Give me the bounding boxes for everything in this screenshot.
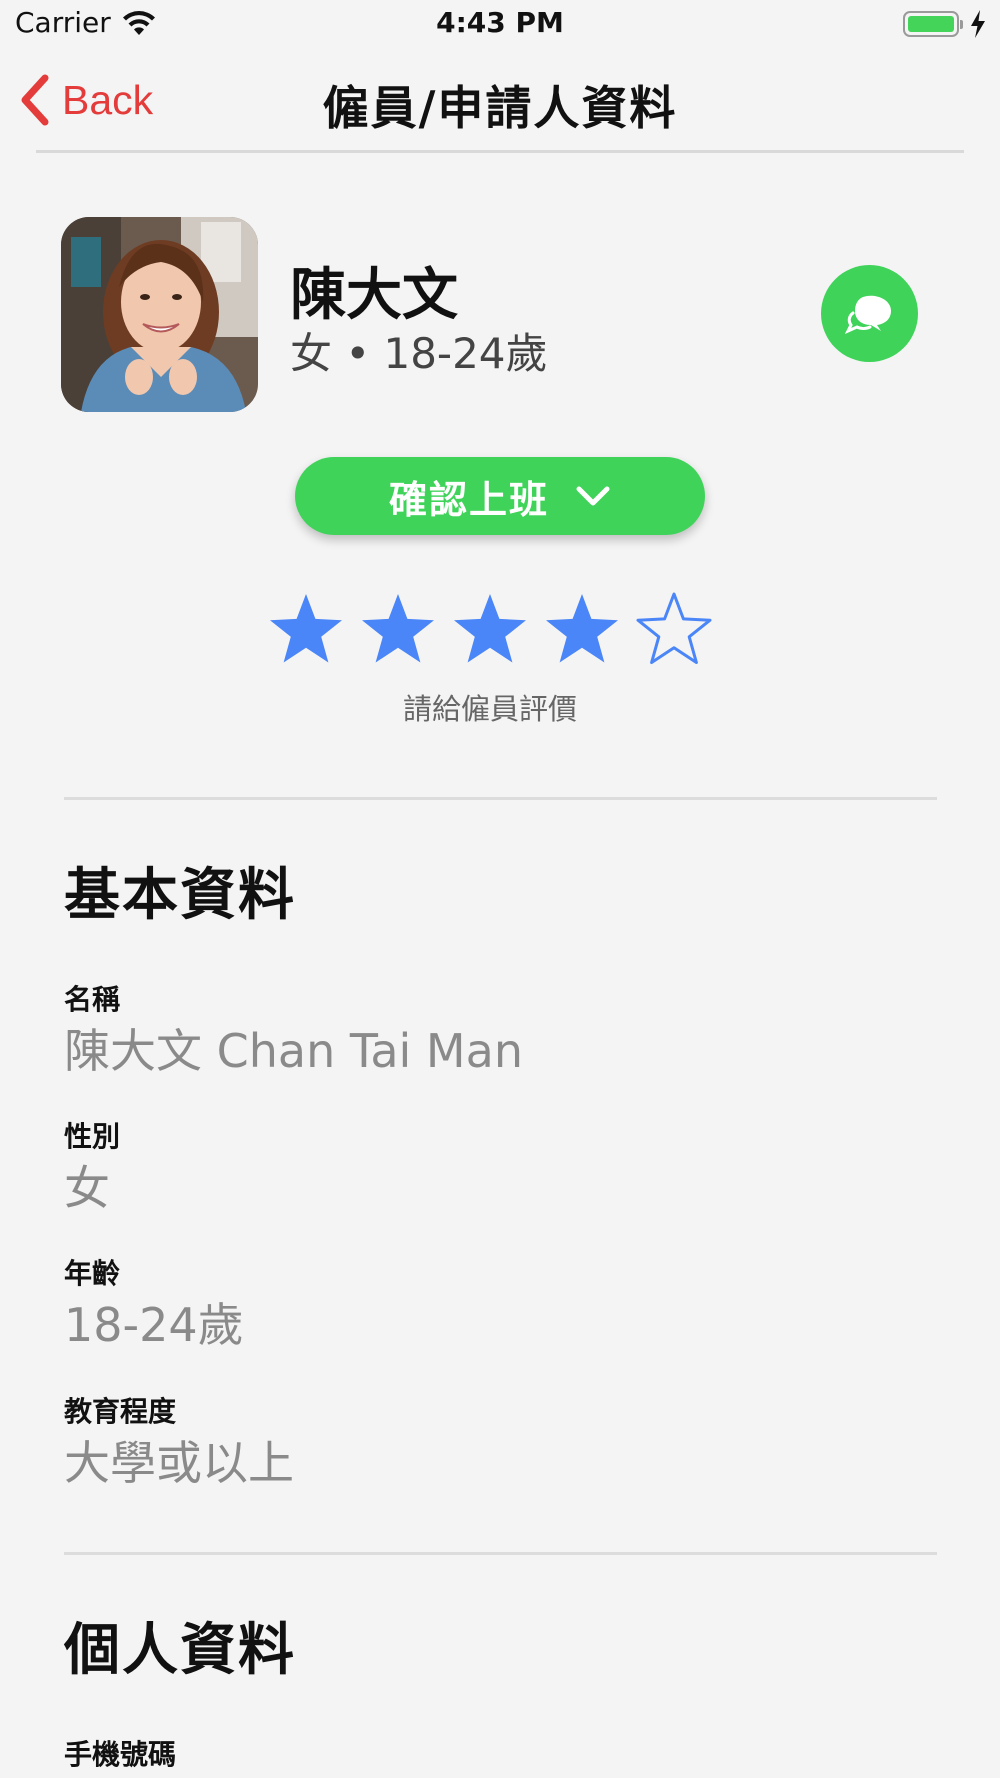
battery-icon [903,11,963,37]
star-outline-icon [636,592,712,664]
rating-stars [266,590,726,670]
avatar [61,217,258,412]
employee-name: 陳大文 [290,263,458,328]
rating-star-5[interactable] [634,590,714,670]
gender-field-label: 性別 [64,1120,121,1153]
rating-star-4[interactable] [542,590,622,670]
chevron-down-icon [576,486,610,506]
employee-gender-age: 女 • 18-24歲 [290,329,548,378]
phone-field-label: 手機號碼 [64,1738,177,1771]
chat-button[interactable] [821,265,918,362]
confirm-work-label: 確認上班 [388,477,549,522]
avatar-photo [61,217,258,412]
age-field-label: 年齡 [64,1257,121,1290]
section-divider [64,797,937,800]
chat-bubbles-icon [844,295,891,334]
name-field-value: 陳大文 Chan Tai Man [64,1024,523,1078]
rating-star-3[interactable] [450,590,530,670]
section-divider [64,1552,937,1555]
status-bar: Carrier 4:43 PM [0,0,1000,50]
confirm-work-dropdown[interactable]: 確認上班 [295,457,705,535]
clock: 4:43 PM [436,6,564,39]
battery-nub [960,20,963,29]
basic-info-title: 基本資料 [64,863,296,928]
rating-star-2[interactable] [358,590,438,670]
navigation-bar: Back 僱員/申請人資料 [0,50,1000,153]
star-filled-icon [362,594,434,663]
personal-info-title: 個人資料 [64,1618,296,1683]
star-filled-icon [546,594,618,663]
gender-field-value: 女 [64,1161,110,1215]
page-title: 僱員/申請人資料 [322,81,678,135]
education-field-value: 大學或以上 [64,1436,294,1490]
rating-star-1[interactable] [266,590,346,670]
nav-divider [36,150,964,153]
name-field-label: 名稱 [64,983,121,1016]
rating-label: 請給僱員評價 [402,692,577,726]
charging-bolt-icon [971,10,985,38]
star-filled-icon [454,594,526,663]
education-field-label: 教育程度 [64,1395,177,1428]
battery-level-fill [908,16,954,32]
star-filled-icon [270,594,342,663]
age-field-value: 18-24歲 [64,1298,244,1352]
